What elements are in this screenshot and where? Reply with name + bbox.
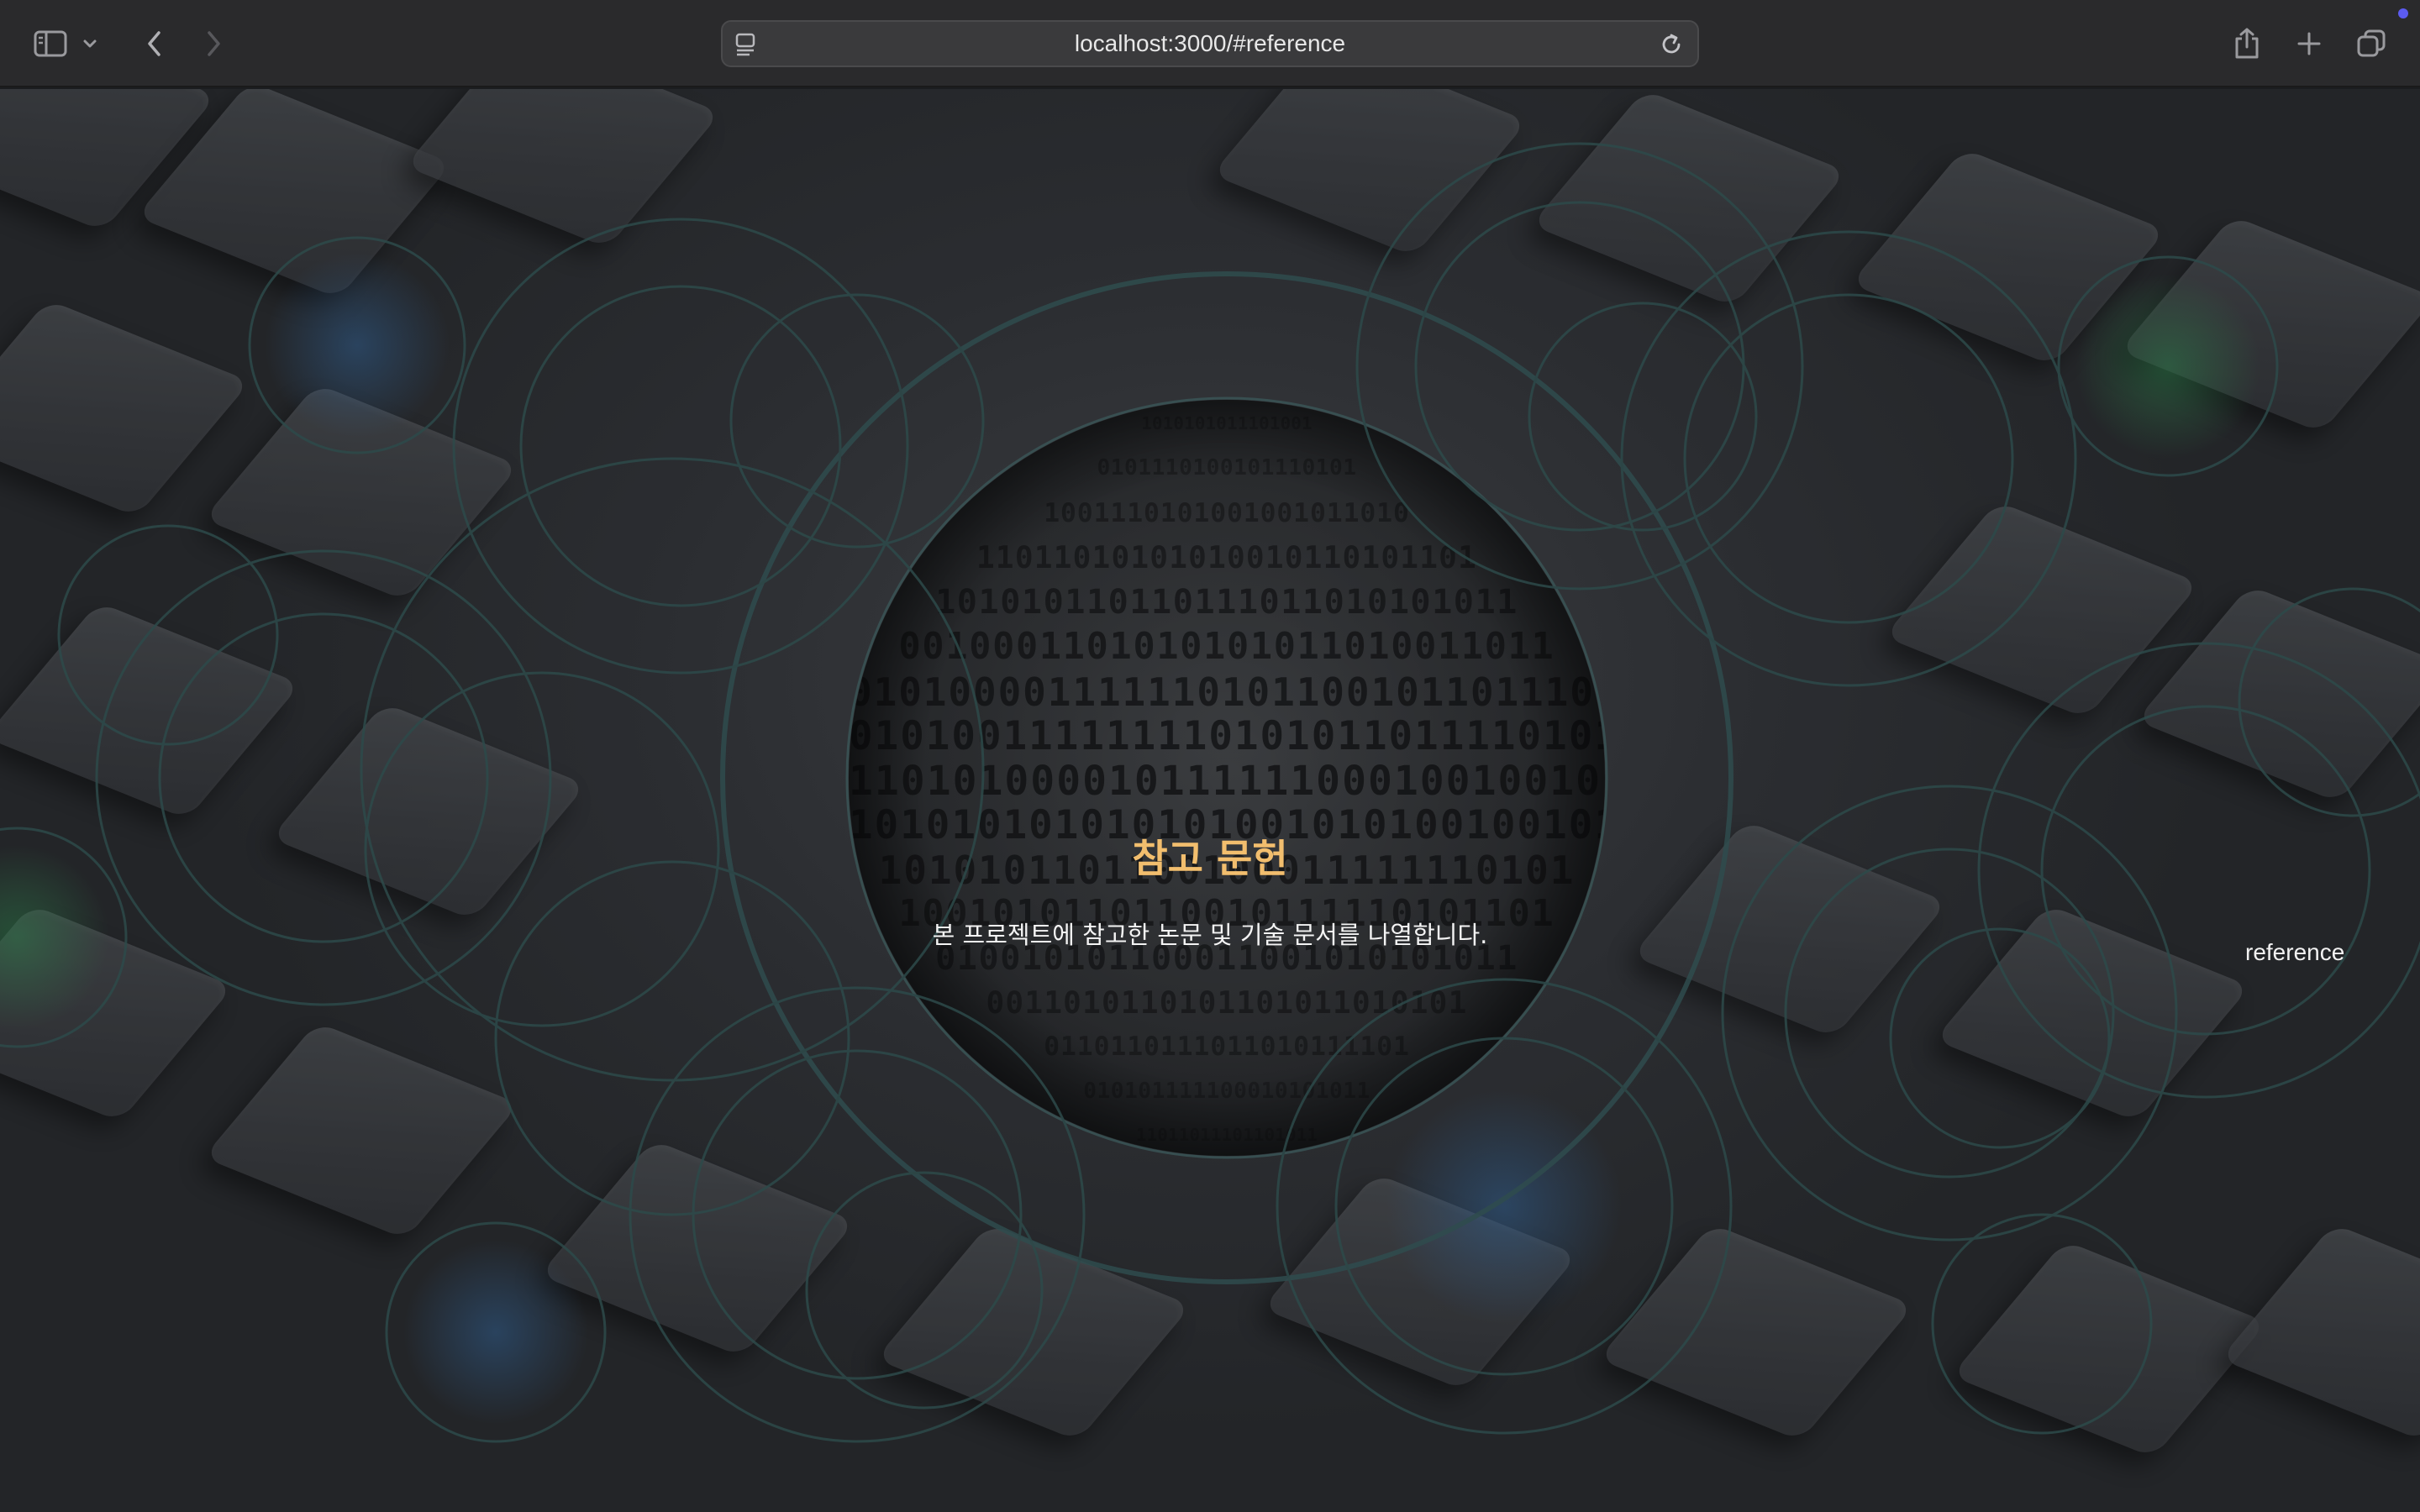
notification-dot [2398, 8, 2408, 18]
share-icon[interactable] [2225, 22, 2269, 66]
sidebar-icon[interactable] [29, 22, 72, 66]
url-text[interactable]: localhost:3000/#reference [1075, 30, 1345, 57]
decorative-rings [0, 142, 2420, 1443]
chevron-right-icon[interactable] [192, 22, 235, 66]
browser-toolbar: localhost:3000/#reference [0, 0, 2420, 87]
address-bar[interactable]: localhost:3000/#reference [721, 20, 1699, 67]
plus-icon[interactable] [2287, 22, 2331, 66]
page-menu-icon[interactable] [734, 32, 758, 57]
page-subtitle: 본 프로젝트에 참고한 논문 및 기술 문서를 나열합니다. [932, 921, 1488, 949]
page-title: 참고 문헌 [1132, 836, 1288, 881]
reload-icon[interactable] [1657, 30, 1686, 59]
section-nav-label[interactable]: reference [2245, 939, 2344, 966]
chevron-left-icon[interactable] [133, 22, 176, 66]
chevron-down-icon[interactable] [77, 22, 103, 66]
tabs-overview-icon[interactable] [2349, 22, 2393, 66]
page-content: 1010101011101001010111010010111010110011… [0, 89, 2420, 1512]
